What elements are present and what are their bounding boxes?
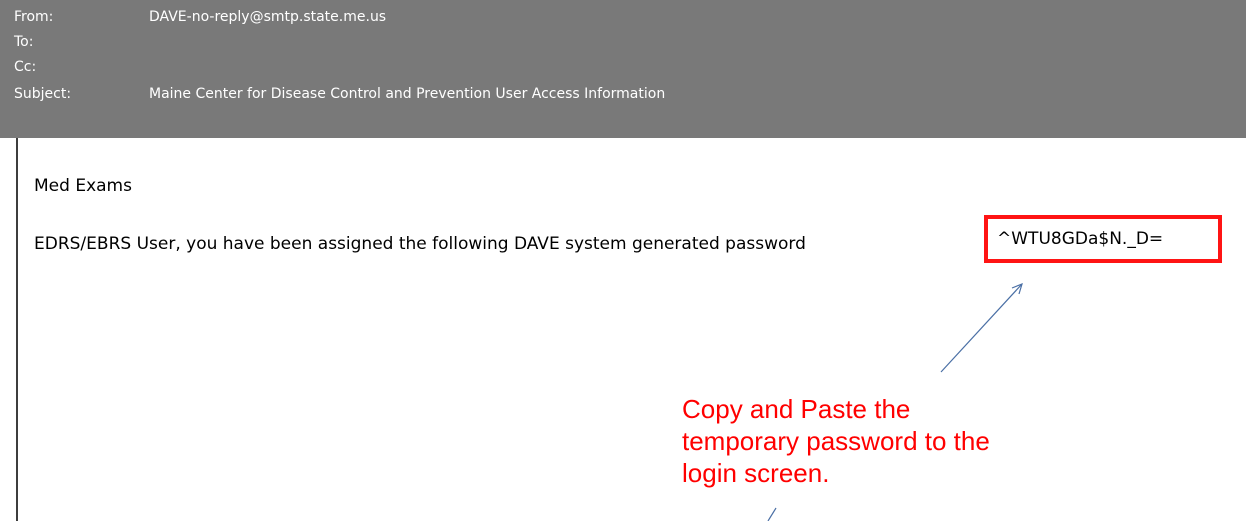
subject-text: Maine Center for Disease Control and Pre… bbox=[149, 86, 666, 102]
email-header: From: DAVE-no-reply@smtp.state.me.us To:… bbox=[0, 0, 1246, 138]
callout-annotation: Copy and Paste the temporary password to… bbox=[682, 393, 1102, 489]
subject-label: Subject: bbox=[14, 86, 72, 102]
message-text: EDRS/EBRS User, you have been assigned t… bbox=[34, 234, 806, 254]
password-highlight-box[interactable]: ^WTU8GDa$N._D= bbox=[984, 215, 1222, 263]
to-label: To: bbox=[14, 34, 34, 50]
email-window: From: DAVE-no-reply@smtp.state.me.us To:… bbox=[0, 0, 1246, 521]
from-label: From: bbox=[14, 9, 54, 25]
callout-line-2: temporary password to the bbox=[682, 426, 990, 456]
temporary-password[interactable]: ^WTU8GDa$N._D= bbox=[997, 229, 1163, 249]
cc-label: Cc: bbox=[14, 59, 37, 75]
greeting-text: Med Exams bbox=[34, 176, 132, 196]
callout-line-1: Copy and Paste the bbox=[682, 394, 911, 424]
callout-line-3: login screen. bbox=[682, 458, 830, 488]
message-body[interactable]: Med Exams EDRS/EBRS User, you have been … bbox=[16, 138, 1246, 521]
from-address[interactable]: DAVE-no-reply@smtp.state.me.us bbox=[149, 7, 386, 27]
